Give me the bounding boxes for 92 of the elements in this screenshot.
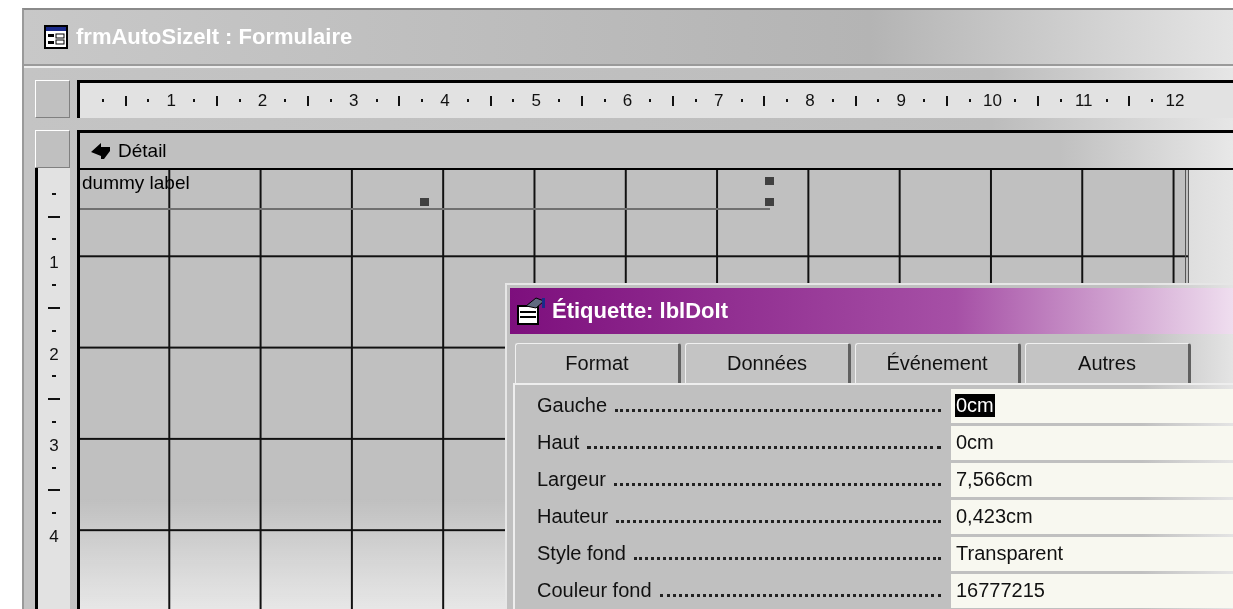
form-selector[interactable] — [35, 80, 70, 118]
ruler-tick — [48, 489, 60, 492]
ruler-tick — [603, 99, 606, 102]
section-selector[interactable] — [35, 130, 70, 168]
ruler-number: 12 — [1165, 92, 1185, 109]
arrow-icon — [90, 140, 112, 161]
ruler-tick — [215, 95, 218, 106]
ruler-tick — [877, 99, 880, 102]
tab[interactable]: Format — [515, 343, 681, 383]
ruler-number: 9 — [896, 92, 906, 109]
ruler-tick — [558, 99, 561, 102]
ruler-tick — [580, 95, 583, 106]
resize-handle[interactable] — [765, 198, 774, 206]
tab[interactable]: Autres — [1025, 343, 1191, 383]
property-name: Largeur — [537, 468, 606, 491]
ruler-tick — [923, 99, 926, 102]
ruler-tick — [52, 512, 56, 515]
ruler-number: 5 — [531, 92, 541, 109]
ruler-tick — [1105, 99, 1108, 102]
ruler-tick — [124, 95, 127, 106]
ruler-number: 2 — [257, 92, 268, 109]
ruler-number: 3 — [49, 436, 59, 454]
ruler-number: 1 — [49, 253, 59, 271]
ruler-tick — [307, 95, 310, 106]
ruler-tick — [512, 99, 515, 102]
ruler-tick — [52, 238, 56, 241]
ruler-tick — [968, 99, 971, 102]
section-header[interactable]: Détail — [77, 130, 1233, 170]
ruler-tick — [147, 99, 150, 102]
ruler-number: 2 — [49, 345, 59, 362]
ruler-number: 4 — [440, 92, 450, 109]
property-name: Style fond — [537, 542, 626, 565]
property-sheet-title: Étiquette: lblDoIt — [552, 298, 728, 324]
ruler-tick — [101, 99, 104, 102]
tab[interactable]: Événement — [855, 343, 1021, 383]
property-name: Hauteur — [537, 505, 609, 528]
ruler-number: 10 — [983, 92, 1002, 109]
ruler-tick — [52, 284, 56, 287]
ruler-tick — [1037, 95, 1040, 106]
property-name: Gauche — [537, 394, 608, 417]
ruler-tick — [48, 306, 60, 309]
properties-icon — [516, 296, 546, 326]
ruler-tick — [945, 95, 948, 106]
property-value-field[interactable]: 16777215 — [951, 573, 1233, 608]
window-title: frmAutoSizeIt : Formulaire — [76, 24, 353, 50]
ruler-tick — [238, 99, 241, 102]
property-name: Haut — [537, 431, 580, 454]
property-value-field[interactable]: 0cm — [951, 425, 1233, 460]
property-name: Couleur fond — [537, 579, 652, 602]
ruler-number: 4 — [49, 527, 59, 545]
resize-handle[interactable] — [765, 177, 774, 185]
section-title: Détail — [118, 139, 167, 162]
ruler-tick — [740, 99, 743, 102]
ruler-tick — [466, 99, 469, 102]
ruler-tick — [193, 99, 196, 102]
ruler-tick — [329, 99, 332, 102]
ruler-tick — [1014, 99, 1017, 102]
ruler-tick — [48, 215, 60, 218]
ruler-number: 3 — [349, 92, 359, 109]
ruler-tick — [1151, 99, 1154, 102]
ruler-tick — [763, 95, 766, 106]
ruler-tick — [284, 99, 287, 102]
ruler-tick — [854, 95, 857, 106]
ruler-tick — [1059, 99, 1062, 102]
ruler-number: 11 — [1074, 92, 1093, 109]
ruler-number: 1 — [166, 92, 176, 109]
property-value-field[interactable]: 0,423cm — [951, 499, 1233, 534]
ruler-tick — [1128, 95, 1131, 106]
property-value-field[interactable]: 0cm — [951, 388, 1233, 423]
ruler-tick — [489, 95, 492, 106]
ruler-tick — [52, 375, 56, 378]
ruler-tick — [52, 420, 56, 423]
ruler-tick — [831, 99, 834, 102]
ruler-tick — [375, 99, 378, 102]
resize-handle[interactable] — [420, 198, 429, 206]
ruler-tick — [52, 192, 56, 195]
ruler-tick — [48, 398, 60, 401]
ruler-tick — [649, 99, 652, 102]
ruler-tick — [786, 99, 789, 102]
form-icon — [44, 25, 68, 49]
ruler-tick — [672, 95, 675, 106]
ruler-number: 6 — [622, 92, 633, 109]
ruler-number: 7 — [714, 92, 724, 109]
ruler-tick — [421, 99, 424, 102]
ruler-number: 8 — [805, 92, 815, 109]
tab[interactable]: Données — [685, 343, 851, 383]
ruler-tick — [398, 95, 401, 106]
ruler-tick — [52, 329, 56, 332]
property-value-field[interactable]: Transparent — [951, 536, 1233, 571]
ruler-tick — [52, 466, 56, 469]
ruler-tick — [694, 99, 697, 102]
property-value-field[interactable]: 7,566cm — [951, 462, 1233, 497]
